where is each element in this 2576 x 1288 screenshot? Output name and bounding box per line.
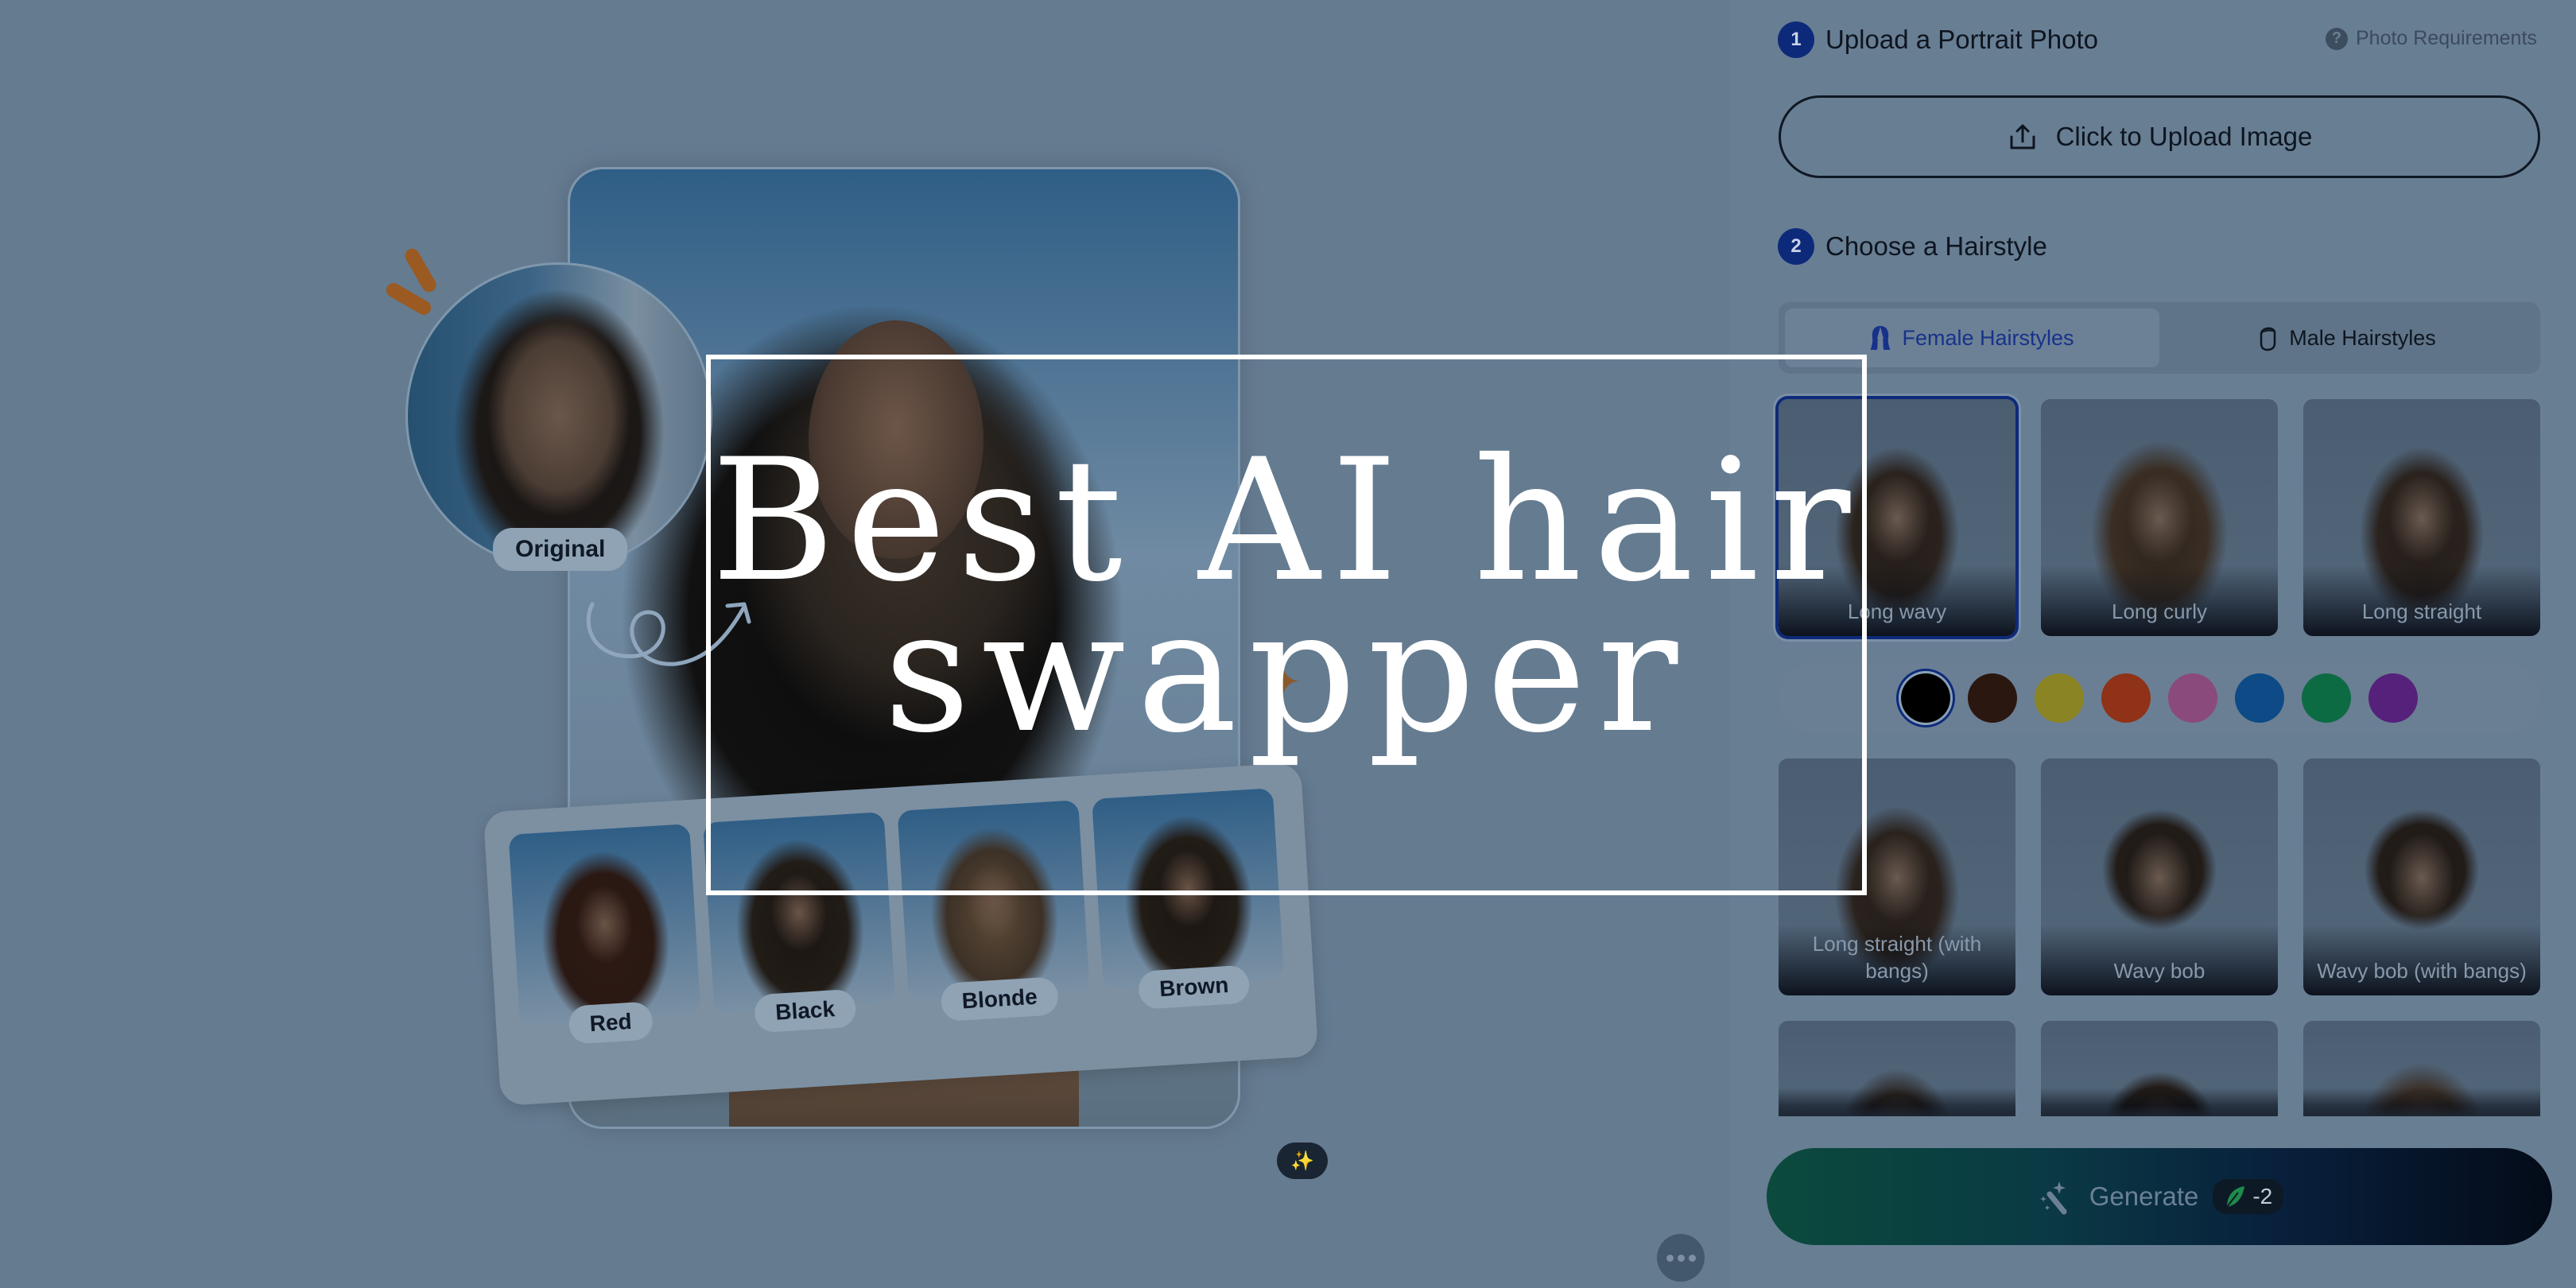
color-swatch-dark-brown[interactable] <box>1968 673 2017 723</box>
color-swatch-pink[interactable] <box>2168 673 2217 723</box>
credit-cost-badge: -2 <box>2213 1179 2284 1214</box>
male-hair-icon <box>2260 327 2276 351</box>
hairstyle-card[interactable] <box>1779 1021 2015 1116</box>
color-swatch-yellow[interactable] <box>2035 673 2084 723</box>
tab-male-label: Male Hairstyles <box>2289 325 2436 350</box>
more-dot <box>1677 1254 1685 1262</box>
magic-wand-icon <box>2039 1181 2067 1215</box>
female-hair-icon <box>1871 326 1891 350</box>
original-photo <box>405 262 712 569</box>
hairstyle-card-wavy-bob-bangs[interactable]: Wavy bob (with bangs) <box>2303 758 2540 995</box>
step2-header: 2 Choose a Hairstyle <box>1778 228 2047 265</box>
variant-label-red: Red <box>568 1001 654 1045</box>
step2-number: 2 <box>1778 228 1814 265</box>
magic-wand-button[interactable]: ✨ <box>1277 1143 1328 1179</box>
hairstyle-card-long-curly[interactable]: Long curly <box>2041 399 2278 636</box>
more-dot <box>1666 1254 1674 1262</box>
hairstyle-label: Long straight <box>2361 599 2482 623</box>
tab-female-label: Female Hairstyles <box>1902 325 2074 350</box>
upload-icon <box>2010 124 2035 149</box>
variant-label-black: Black <box>753 988 857 1034</box>
tab-male-hairstyles[interactable]: Male Hairstyles <box>2159 308 2534 367</box>
overlay-title: Best AI hair swapper <box>706 436 1867 770</box>
step1-header: 1 Upload a Portrait Photo <box>1778 21 2098 58</box>
upload-image-button[interactable]: Click to Upload Image <box>1779 95 2540 178</box>
generate-button[interactable]: Generate -2 <box>1767 1148 2552 1245</box>
variant-label-blonde: Blonde <box>940 976 1059 1022</box>
color-swatch-green[interactable] <box>2302 673 2351 723</box>
hairstyle-label: Long curly <box>2112 599 2207 623</box>
step1-number: 1 <box>1778 21 1814 58</box>
hairstyle-card[interactable] <box>2303 1021 2540 1116</box>
original-label: Original <box>493 528 628 571</box>
variant-label-brown: Brown <box>1137 964 1251 1010</box>
step1-title: Upload a Portrait Photo <box>1825 25 2099 54</box>
color-swatch-purple[interactable] <box>2368 673 2418 723</box>
hairstyle-label: Wavy bob (with bangs) <box>2317 959 2527 983</box>
upload-button-label: Click to Upload Image <box>2055 122 2313 151</box>
more-options-button[interactable] <box>1657 1234 1705 1282</box>
hairstyle-label: Wavy bob <box>2113 959 2206 983</box>
magic-wand-icon: ✨ <box>1290 1150 1314 1172</box>
hairstyle-card-wavy-bob[interactable]: Wavy bob <box>2041 758 2278 995</box>
credit-cost: -2 <box>2252 1184 2273 1208</box>
leaf-icon <box>2226 1186 2245 1208</box>
more-dot <box>1688 1254 1696 1262</box>
variant-thumb-red <box>508 823 701 1026</box>
generate-label: Generate <box>2089 1181 2199 1211</box>
color-swatch-blue[interactable] <box>2235 673 2284 723</box>
hairstyle-card[interactable] <box>2041 1021 2278 1116</box>
hairstyle-tabs: Female Hairstyles Male Hairstyles <box>1779 302 2540 374</box>
color-swatch-black[interactable] <box>1901 673 1950 723</box>
step2-title: Choose a Hairstyle <box>1825 231 2047 261</box>
photo-requirements-link[interactable]: ? Photo Requirements <box>2326 27 2537 50</box>
hairstyle-label: Long straight (with bangs) <box>1812 932 1982 983</box>
hair-color-picker <box>1779 663 2540 733</box>
overlay-title-line2: swapper <box>883 573 1690 770</box>
help-icon: ? <box>2326 27 2348 50</box>
photo-requirements-label: Photo Requirements <box>2356 27 2537 49</box>
color-swatch-red[interactable] <box>2101 673 2151 723</box>
hairstyle-card-long-straight[interactable]: Long straight <box>2303 399 2540 636</box>
